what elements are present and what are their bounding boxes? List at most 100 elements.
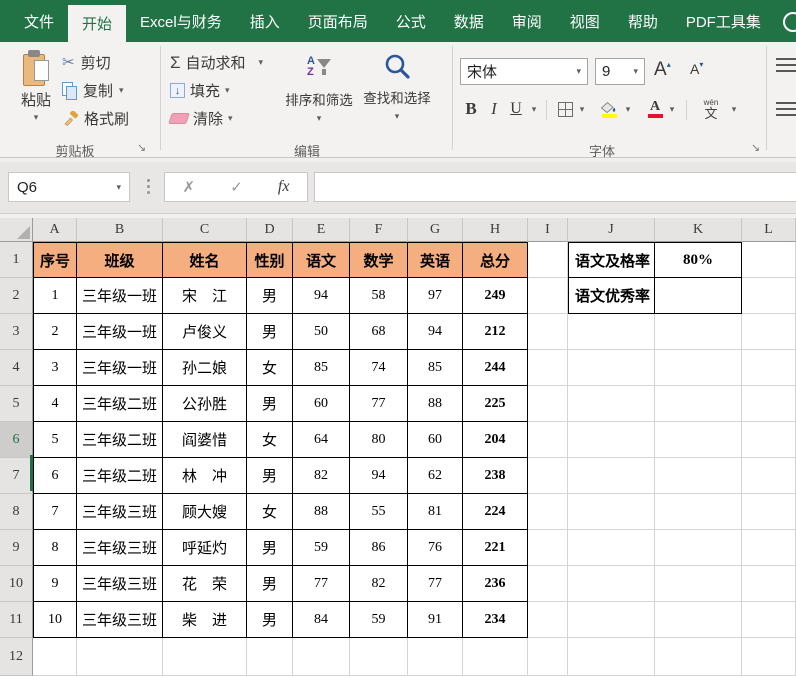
name-box[interactable]: Q6 ▾ — [8, 172, 130, 202]
cell-B9[interactable]: 三年级三班 — [77, 530, 163, 566]
align-lines-icon[interactable] — [776, 102, 796, 116]
cell-J2[interactable]: 语文优秀率 — [568, 278, 655, 314]
cell-B12[interactable] — [77, 638, 163, 676]
row-header-9[interactable]: 9 — [0, 530, 33, 566]
row-header-8[interactable]: 8 — [0, 494, 33, 530]
cell-B4[interactable]: 三年级一班 — [77, 350, 163, 386]
cell-K10[interactable] — [655, 566, 742, 602]
cell-G8[interactable]: 81 — [408, 494, 463, 530]
cell-I4[interactable] — [528, 350, 568, 386]
cell-C1[interactable]: 姓名 — [163, 242, 247, 278]
cell-J11[interactable] — [568, 602, 655, 638]
cell-C8[interactable]: 顾大嫂 — [163, 494, 247, 530]
cell-D11[interactable]: 男 — [247, 602, 293, 638]
clipboard-dialog-launcher[interactable]: ↘ — [134, 140, 149, 155]
row-header-1[interactable]: 1 — [0, 242, 33, 278]
cell-L11[interactable] — [742, 602, 796, 638]
phonetic-guide-button[interactable]: wén 文 — [698, 96, 724, 122]
cell-B11[interactable]: 三年级三班 — [77, 602, 163, 638]
cell-H5[interactable]: 225 — [463, 386, 528, 422]
cell-K9[interactable] — [655, 530, 742, 566]
cell-L7[interactable] — [742, 458, 796, 494]
cell-C6[interactable]: 阎婆惜 — [163, 422, 247, 458]
cell-G7[interactable]: 62 — [408, 458, 463, 494]
column-header-K[interactable]: K — [655, 218, 742, 242]
cell-L3[interactable] — [742, 314, 796, 350]
cell-B6[interactable]: 三年级二班 — [77, 422, 163, 458]
cell-J1[interactable]: 语文及格率 — [568, 242, 655, 278]
cell-D3[interactable]: 男 — [247, 314, 293, 350]
row-header-12[interactable]: 12 — [0, 638, 33, 676]
cell-L8[interactable] — [742, 494, 796, 530]
cell-J3[interactable] — [568, 314, 655, 350]
underline-button[interactable]: U — [506, 96, 526, 122]
underline-dropdown[interactable]: ▾ — [528, 96, 540, 122]
copy-button[interactable]: 复制 ▾ — [62, 78, 124, 103]
cell-F11[interactable]: 59 — [350, 602, 408, 638]
cell-E7[interactable]: 82 — [293, 458, 350, 494]
cell-F4[interactable]: 74 — [350, 350, 408, 386]
cell-E8[interactable]: 88 — [293, 494, 350, 530]
row-header-6[interactable]: 6 — [0, 422, 33, 458]
cell-D6[interactable]: 女 — [247, 422, 293, 458]
cell-H3[interactable]: 212 — [463, 314, 528, 350]
column-header-I[interactable]: I — [528, 218, 568, 242]
column-header-G[interactable]: G — [408, 218, 463, 242]
tab-excel-finance[interactable]: Excel与财务 — [126, 0, 236, 42]
cell-C7[interactable]: 林 冲 — [163, 458, 247, 494]
cell-K2[interactable] — [655, 278, 742, 314]
cell-F5[interactable]: 77 — [350, 386, 408, 422]
decrease-font-size-button[interactable]: A ▾ — [690, 58, 703, 85]
cell-B2[interactable]: 三年级一班 — [77, 278, 163, 314]
cell-E11[interactable]: 84 — [293, 602, 350, 638]
cell-H6[interactable]: 204 — [463, 422, 528, 458]
tab-home[interactable]: 开始 — [68, 5, 126, 42]
borders-dropdown[interactable]: ▾ — [576, 96, 588, 122]
cell-E1[interactable]: 语文 — [293, 242, 350, 278]
fill-color-button[interactable] — [598, 96, 620, 122]
cell-J12[interactable] — [568, 638, 655, 676]
cell-A1[interactable]: 序号 — [33, 242, 77, 278]
column-header-L[interactable]: L — [742, 218, 796, 242]
cell-G5[interactable]: 88 — [408, 386, 463, 422]
cell-F6[interactable]: 80 — [350, 422, 408, 458]
fill-color-dropdown[interactable]: ▾ — [622, 96, 634, 122]
tab-insert[interactable]: 插入 — [236, 0, 294, 42]
row-header-2[interactable]: 2 — [0, 278, 33, 314]
cell-F12[interactable] — [350, 638, 408, 676]
cell-D5[interactable]: 男 — [247, 386, 293, 422]
cell-A6[interactable]: 5 — [33, 422, 77, 458]
cell-A7[interactable]: 6 — [33, 458, 77, 494]
cell-B7[interactable]: 三年级二班 — [77, 458, 163, 494]
row-header-5[interactable]: 5 — [0, 386, 33, 422]
cell-C5[interactable]: 公孙胜 — [163, 386, 247, 422]
cell-A5[interactable]: 4 — [33, 386, 77, 422]
cell-C9[interactable]: 呼延灼 — [163, 530, 247, 566]
formula-input[interactable] — [314, 172, 796, 202]
cell-D10[interactable]: 男 — [247, 566, 293, 602]
tab-data[interactable]: 数据 — [440, 0, 498, 42]
format-painter-button[interactable]: 格式刷 — [62, 106, 129, 131]
cell-I11[interactable] — [528, 602, 568, 638]
cell-K5[interactable] — [655, 386, 742, 422]
font-color-dropdown[interactable]: ▾ — [666, 96, 678, 122]
cut-button[interactable]: ✂ 剪切 — [62, 50, 111, 75]
cell-A8[interactable]: 7 — [33, 494, 77, 530]
cell-E4[interactable]: 85 — [293, 350, 350, 386]
cell-H9[interactable]: 221 — [463, 530, 528, 566]
cell-D1[interactable]: 性别 — [247, 242, 293, 278]
tab-formulas[interactable]: 公式 — [382, 0, 440, 42]
cell-G6[interactable]: 60 — [408, 422, 463, 458]
cell-K7[interactable] — [655, 458, 742, 494]
cell-K3[interactable] — [655, 314, 742, 350]
cell-A12[interactable] — [33, 638, 77, 676]
tab-view[interactable]: 视图 — [556, 0, 614, 42]
cell-L2[interactable] — [742, 278, 796, 314]
cell-A11[interactable]: 10 — [33, 602, 77, 638]
column-header-A[interactable]: A — [33, 218, 77, 242]
cell-I3[interactable] — [528, 314, 568, 350]
tab-page-layout[interactable]: 页面布局 — [294, 0, 382, 42]
cell-K8[interactable] — [655, 494, 742, 530]
cell-K1[interactable]: 80% — [655, 242, 742, 278]
cell-I9[interactable] — [528, 530, 568, 566]
